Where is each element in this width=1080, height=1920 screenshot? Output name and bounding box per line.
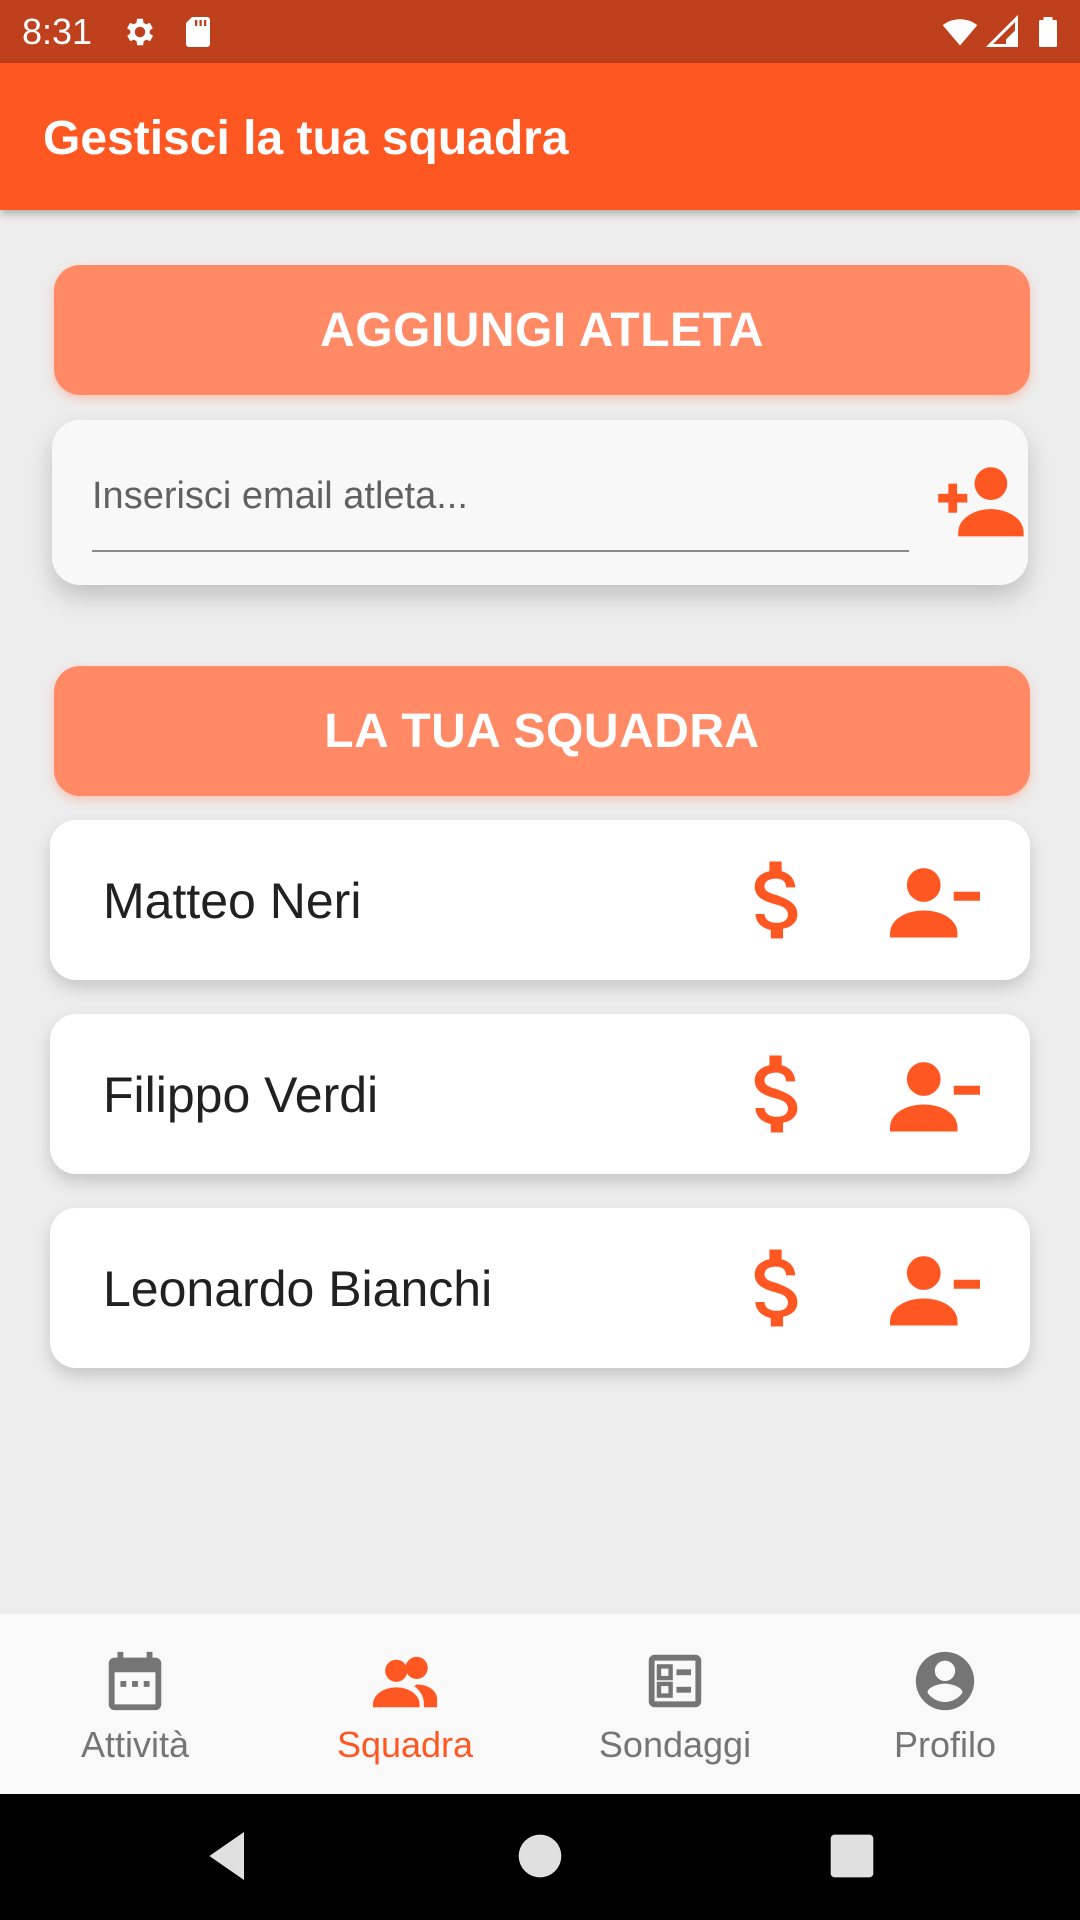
- person-remove-icon[interactable]: [890, 1250, 980, 1326]
- add-athlete-card: [52, 420, 1028, 585]
- bottom-navigation: Attività Squadra Sondaggi Profilo: [0, 1614, 1080, 1794]
- poll-icon: [648, 1654, 702, 1708]
- page-title: Gestisci la tua squadra: [43, 112, 569, 165]
- nav-item-squadra[interactable]: Squadra: [270, 1614, 540, 1794]
- signal-icon: [985, 14, 1018, 47]
- dollar-icon[interactable]: [740, 1052, 810, 1136]
- athlete-row: Matteo Neri: [50, 820, 1030, 980]
- athlete-name: Leonardo Bianchi: [103, 1261, 493, 1317]
- nav-label: Sondaggi: [598, 1724, 752, 1765]
- status-bar: 8:31: [0, 0, 1080, 63]
- nav-item-sondaggi[interactable]: Sondaggi: [540, 1614, 810, 1794]
- sd-card-icon: [186, 17, 210, 47]
- recents-icon[interactable]: [820, 1824, 884, 1888]
- athlete-row: Leonardo Bianchi: [50, 1208, 1030, 1368]
- nav-item-attivita[interactable]: Attività: [0, 1614, 270, 1794]
- athlete-name: Filippo Verdi: [103, 1067, 379, 1123]
- account-circle-icon: [915, 1651, 975, 1711]
- system-navigation-bar: [0, 1794, 1080, 1920]
- gear-icon: [127, 18, 154, 46]
- status-time: 8:31: [22, 11, 93, 52]
- person-remove-icon[interactable]: [890, 1056, 980, 1132]
- nav-label: Profilo: [893, 1724, 997, 1765]
- team-header: LA TUA SQUADRA: [54, 666, 1030, 796]
- athlete-name: Matteo Neri: [103, 873, 362, 929]
- dollar-icon[interactable]: [740, 858, 810, 942]
- app-bar: Gestisci la tua squadra: [0, 63, 1080, 210]
- person-remove-icon[interactable]: [890, 862, 980, 938]
- add-athlete-header: AGGIUNGI ATLETA: [54, 265, 1030, 395]
- back-icon[interactable]: [196, 1824, 260, 1888]
- email-input[interactable]: [92, 468, 909, 524]
- athlete-row: Filippo Verdi: [50, 1014, 1030, 1174]
- dollar-icon[interactable]: [740, 1246, 810, 1330]
- home-icon[interactable]: [508, 1824, 572, 1888]
- wifi-icon: [942, 19, 978, 46]
- calendar-icon: [108, 1651, 162, 1711]
- group-icon: [372, 1656, 438, 1708]
- nav-item-profilo[interactable]: Profilo: [810, 1614, 1080, 1794]
- battery-icon: [1039, 17, 1057, 47]
- person-add-icon[interactable]: [935, 460, 1025, 540]
- nav-label: Squadra: [336, 1724, 474, 1765]
- nav-label: Attività: [80, 1724, 190, 1765]
- input-underline: [92, 550, 909, 552]
